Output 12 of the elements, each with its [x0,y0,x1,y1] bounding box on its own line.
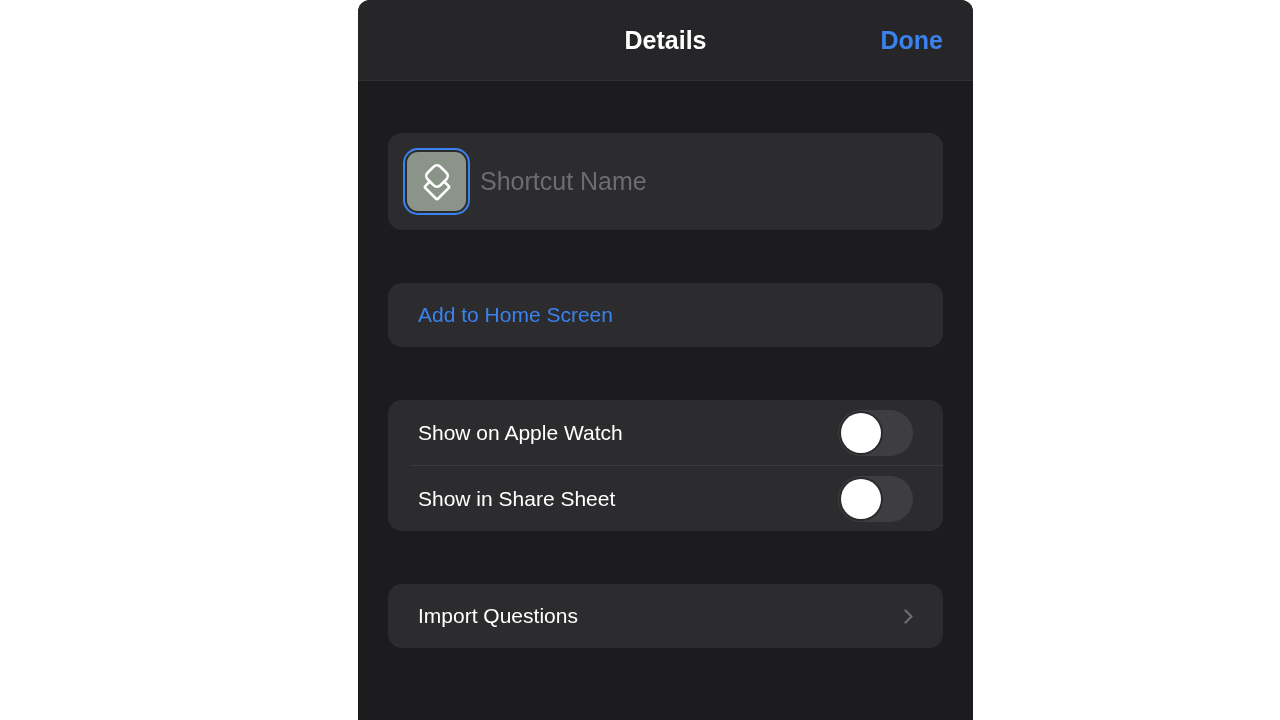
toggle-label: Show on Apple Watch [418,420,623,445]
sheet-title: Details [624,25,707,55]
toggle-switch[interactable] [838,409,913,456]
import-questions-row[interactable]: Import Questions [388,584,943,648]
name-field[interactable]: Shortcut Name [388,133,943,230]
toggle-label: Show in Share Sheet [418,486,616,511]
name-input-field[interactable]: Shortcut Name [480,163,923,200]
chevron-right-icon [904,608,913,624]
done-button[interactable]: Done [880,25,943,55]
toggle-switch[interactable] [838,475,913,522]
layers-icon[interactable] [403,148,470,215]
add-to-home-screen-button[interactable]: Add to Home Screen [388,283,943,347]
